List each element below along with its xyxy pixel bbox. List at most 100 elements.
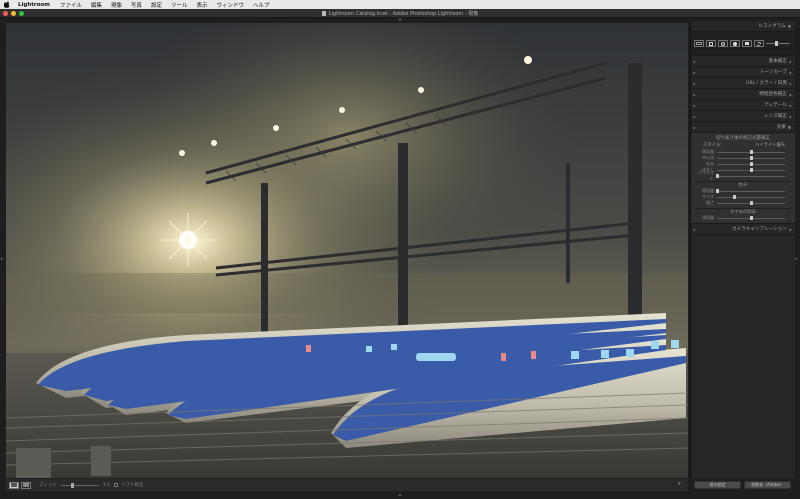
grain-slider-row: 粗さ	[695, 200, 791, 206]
loupe-view-icon[interactable]	[9, 481, 19, 489]
expand-triangle-icon: ◂	[788, 226, 791, 232]
soft-proof-toggle[interactable]: ソフト校正	[114, 482, 144, 488]
slider-track[interactable]	[717, 162, 785, 166]
spot-removal-icon[interactable]	[718, 40, 728, 47]
menu-bar: Lightroom ファイル 編集 現像 写真 設定 ツール 表示 ウィンドウ …	[0, 0, 800, 9]
menu-settings[interactable]: 設定	[151, 1, 162, 9]
menu-edit[interactable]: 編集	[91, 1, 102, 9]
slider-knob[interactable]	[749, 162, 753, 166]
section-basic[interactable]: ◂ 基本補正 ◂	[691, 56, 795, 67]
minimize-window-icon[interactable]	[11, 11, 16, 16]
style-label: スタイル：	[703, 143, 725, 148]
slider-track[interactable]	[717, 216, 785, 220]
expand-triangle-icon: ◂	[788, 102, 791, 108]
left-panel-toggle-icon[interactable]: ◂	[0, 256, 4, 264]
section-split-toning[interactable]: ◂ 明暗別色補正 ◂	[691, 89, 795, 100]
red-eye-icon[interactable]	[730, 40, 740, 47]
radial-filter-icon[interactable]	[754, 40, 764, 47]
right-panel-toggle-icon[interactable]: ▸	[795, 256, 799, 264]
menu-window[interactable]: ウィンドウ	[216, 1, 244, 9]
section-tone-curve[interactable]: ◂ トーンカーブ ◂	[691, 67, 795, 78]
zoom-1to1-label[interactable]: 1:1	[103, 483, 110, 488]
slider-label: ハイライト	[698, 170, 714, 181]
solo-triangle-icon: ◂	[693, 227, 696, 232]
histogram-header[interactable]: ヒストグラム ▼	[691, 21, 795, 32]
menu-view[interactable]: 表示	[196, 1, 207, 9]
soft-proof-label: ソフト校正	[121, 483, 144, 488]
slider-track[interactable]	[717, 201, 785, 205]
menu-help[interactable]: ヘルプ	[253, 1, 270, 9]
panel-buttons: 前の設定 初期化（Adobe）	[690, 479, 795, 491]
section-detail[interactable]: ◂ ディテール ◂	[691, 100, 795, 111]
slider-label: 粗さ	[706, 200, 714, 205]
slider-knob[interactable]	[749, 150, 753, 154]
section-label: 明暗別色補正	[759, 92, 787, 97]
grid-overlay-icon[interactable]	[694, 40, 704, 47]
collapse-triangle-icon: ▼	[787, 23, 791, 29]
previous-button[interactable]: 前の設定	[694, 481, 741, 489]
apple-icon[interactable]	[4, 1, 10, 8]
section-label: ディテール	[764, 103, 787, 108]
slider-knob[interactable]	[715, 189, 719, 193]
section-label: レンズ補正	[764, 114, 787, 119]
slider-knob[interactable]	[749, 156, 753, 160]
window-title: Lightroom Catalog.lrcat - Adobe Photosho…	[328, 10, 479, 17]
right-panel: ヒストグラム ▼ ◂ 基本補正 ◂ ◂ トーンカーブ ◂ ◂ HSL / カラー…	[690, 21, 795, 478]
close-window-icon[interactable]	[3, 11, 8, 16]
traffic-lights	[3, 11, 24, 16]
crop-tool-icon[interactable]	[706, 40, 716, 47]
soft-proof-checkbox[interactable]	[114, 483, 119, 487]
top-panel-toggle-icon[interactable]: ▾	[396, 18, 404, 23]
expand-triangle-icon: ◂	[788, 113, 791, 119]
tool-slider[interactable]	[766, 41, 790, 46]
solo-triangle-icon: ◂	[693, 92, 696, 97]
toolbar-menu-icon[interactable]: ▾	[678, 481, 684, 488]
vignette-slider-row: ハイライト	[695, 170, 791, 181]
slider-track[interactable]	[715, 189, 785, 193]
slider-track[interactable]	[717, 150, 785, 154]
photo-image	[6, 23, 688, 478]
reset-button[interactable]: 初期化（Adobe）	[744, 481, 791, 489]
section-camera-calibration[interactable]: ◂ カメラキャリブレーション ◂	[691, 224, 795, 235]
expand-triangle-icon: ◂	[788, 58, 791, 64]
expand-triangle-icon: ◂	[788, 80, 791, 86]
menu-file[interactable]: ファイル	[60, 1, 82, 9]
slider-track[interactable]	[717, 168, 785, 172]
menu-photo[interactable]: 写真	[131, 1, 142, 9]
slider-label: 適用量	[702, 215, 714, 220]
expand-triangle-icon: ◂	[788, 91, 791, 97]
effects-panel: 切り抜き後の周辺光量補正 スタイル： ハイライト優先 適用量 中心点 丸み ぼかし ハイ…	[691, 133, 795, 224]
zoom-window-icon[interactable]	[19, 11, 24, 16]
dehaze-title: かすみの除去	[695, 208, 791, 215]
before-after-view-icon[interactable]	[21, 481, 31, 489]
section-label: 基本補正	[768, 59, 787, 64]
slider-knob[interactable]	[749, 216, 753, 220]
slider-track[interactable]	[715, 174, 785, 178]
zoom-slider[interactable]	[60, 482, 99, 488]
section-lens-corrections[interactable]: ◂ レンズ補正 ◂	[691, 111, 795, 122]
style-dropdown[interactable]: ハイライト優先	[755, 142, 785, 149]
section-label: カメラキャリブレーション	[731, 227, 787, 232]
histogram-label: ヒストグラム	[758, 24, 786, 29]
section-effects[interactable]: ◂ 効果 ▼	[691, 122, 795, 133]
solo-triangle-icon: ◂	[693, 59, 696, 64]
zoom-fit-label[interactable]: フィット	[39, 482, 57, 488]
graduated-filter-icon[interactable]	[742, 40, 752, 47]
slider-track[interactable]	[717, 156, 785, 160]
bottom-panel-toggle-icon[interactable]: ▴	[396, 493, 404, 498]
photo-canvas[interactable]	[6, 23, 688, 478]
slider-knob[interactable]	[749, 168, 753, 172]
slider-knob[interactable]	[749, 201, 753, 205]
vignette-style-row[interactable]: スタイル： ハイライト優先	[695, 142, 791, 149]
section-label: 効果	[776, 125, 786, 130]
solo-triangle-icon: ◂	[693, 103, 696, 108]
solo-triangle-icon: ◂	[693, 70, 696, 75]
slider-knob[interactable]	[732, 195, 736, 199]
menu-app-name[interactable]: Lightroom	[18, 2, 50, 8]
menu-develop[interactable]: 現像	[111, 1, 122, 9]
vignette-title: 切り抜き後の周辺光量補正	[716, 136, 770, 141]
section-hsl[interactable]: ◂ HSL / カラー / 白黒 ◂	[691, 78, 795, 89]
menu-tools[interactable]: ツール	[171, 1, 188, 9]
slider-track[interactable]	[717, 195, 785, 199]
slider-knob[interactable]	[715, 174, 719, 178]
